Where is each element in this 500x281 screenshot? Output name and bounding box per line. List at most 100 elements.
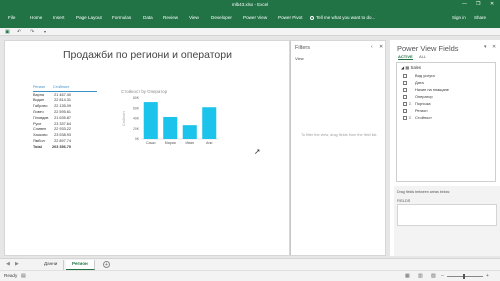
zoom-slider[interactable]	[447, 276, 483, 277]
share-button[interactable]: Share	[474, 15, 486, 20]
excel-window: mlb43.xlsx - Excel — ❐ ✕ File Home Inser…	[0, 0, 500, 281]
cell-value: 22 595.61	[54, 109, 71, 114]
field-item[interactable]: Вид услуга	[403, 73, 435, 79]
x-tick-label: Мария	[165, 141, 176, 145]
field-item[interactable]: Σ Стойност	[403, 115, 432, 121]
field-checkbox[interactable]	[403, 94, 407, 99]
scroll-right-icon[interactable]: ▶	[15, 261, 19, 267]
filters-hint: To filter the view, drag fields from the…	[301, 133, 378, 137]
table-row[interactable]: Ловеч 22 595.61	[33, 110, 97, 116]
field-checkbox[interactable]	[403, 108, 407, 113]
y-tick-label: 20K	[133, 127, 140, 131]
pane-options-icon[interactable]: ▾	[484, 44, 487, 50]
y-tick-label: 0K	[135, 137, 140, 141]
table-node-sales[interactable]: ◢ ▦ Sales	[401, 65, 421, 70]
cell-region: Ямбол	[33, 138, 45, 143]
table-row[interactable]: Сливен 22 933.22	[33, 127, 97, 133]
sigma-icon: Σ	[409, 115, 412, 120]
table-total-row[interactable]: Total 203 356.70	[33, 145, 97, 151]
bar[interactable]	[202, 107, 217, 139]
tab-insert[interactable]: Insert	[53, 15, 65, 20]
status-ready: Ready	[4, 273, 18, 278]
table-row[interactable]: Ямбол 22 897.74	[33, 139, 97, 145]
field-label: Стойност	[415, 115, 432, 120]
macro-record-icon[interactable]: ▤	[21, 273, 26, 279]
table-row[interactable]: Русе 23 337.64	[33, 122, 97, 128]
customize-qat-icon[interactable]: ▾	[44, 29, 46, 34]
sheet-tab-data[interactable]: Данни	[38, 260, 65, 270]
field-checkbox[interactable]	[403, 115, 407, 120]
operator-bar-chart[interactable]: Стойност 0K 20K 40K 60K 80K Сашо Мария Иван Ани	[121, 95, 221, 155]
close-button[interactable]: ✕	[490, 1, 494, 7]
field-item[interactable]: Дата	[403, 80, 424, 86]
close-fields-pane-icon[interactable]: ✕	[492, 44, 496, 50]
cell-region: Русе	[33, 121, 42, 126]
tab-home[interactable]: Home	[30, 15, 42, 20]
tab-developer[interactable]: Developer	[211, 15, 232, 20]
cell-region: Габрово	[33, 104, 48, 109]
tab-power-view[interactable]: Power View	[243, 15, 267, 20]
page-layout-view-icon[interactable]: ▥	[418, 273, 423, 279]
zoom-out-icon[interactable]: –	[441, 273, 444, 279]
field-label: Оператор	[415, 94, 433, 99]
add-sheet-icon[interactable]: +	[103, 260, 110, 268]
cell-region: Пловдив	[33, 115, 49, 120]
expand-icon[interactable]: ◢	[401, 65, 404, 70]
active-tab-underline	[398, 59, 413, 60]
save-icon[interactable]: ▣	[5, 29, 10, 35]
field-checkbox[interactable]	[403, 73, 407, 78]
field-checkbox[interactable]	[403, 80, 407, 85]
report-title[interactable]: Продажби по региони и оператори	[63, 49, 232, 61]
field-item[interactable]: Σ Поръчка	[403, 101, 431, 107]
table-row[interactable]: Варна 21 467.40	[33, 93, 97, 99]
tab-power-pivot[interactable]: Power Pivot	[278, 15, 303, 20]
field-label: Дата	[415, 80, 424, 85]
cell-value: 22 897.74	[54, 138, 71, 143]
field-item[interactable]: Оператор	[403, 94, 433, 100]
sign-in-link[interactable]: Sign in	[452, 15, 466, 20]
tab-file[interactable]: File	[8, 15, 15, 20]
restore-button[interactable]: ❐	[476, 1, 480, 7]
zoom-in-icon[interactable]: +	[486, 273, 489, 279]
tab-review[interactable]: Review	[163, 15, 178, 20]
table-row[interactable]: Хасково 23 538.93	[33, 133, 97, 139]
drag-fields-text: Drag fields between areas below:	[397, 190, 451, 194]
zoom-slider-thumb[interactable]	[463, 274, 465, 279]
tab-view[interactable]: View	[189, 15, 199, 20]
table-header-value[interactable]: Стойност	[53, 85, 70, 89]
field-item[interactable]: Начин на плащане	[403, 87, 449, 93]
chart-title[interactable]: Стойност by Оператор	[121, 89, 167, 94]
sheet-tab-bar: ◀ ▶ Данни Регион +	[0, 258, 500, 270]
scroll-left-icon[interactable]: ◀	[6, 261, 10, 267]
bar[interactable]	[163, 116, 178, 139]
table-header-region[interactable]: Регион	[33, 85, 45, 89]
collapse-filters-icon[interactable]: ‹	[371, 44, 373, 50]
filters-view-tab[interactable]: View	[295, 56, 304, 61]
bar[interactable]	[143, 102, 158, 139]
redo-icon[interactable]: ↷	[30, 29, 34, 35]
sheet-tab-region[interactable]: Регион	[66, 260, 95, 270]
table-row[interactable]: Пловдив 21 635.87	[33, 116, 97, 122]
close-filters-icon[interactable]: ✕	[379, 44, 383, 50]
tab-page-layout[interactable]: Page Layout	[76, 15, 102, 20]
tab-data[interactable]: Data	[143, 15, 153, 20]
undo-icon[interactable]: ↶	[17, 29, 21, 35]
tab-all-fields[interactable]: ALL	[419, 54, 426, 59]
normal-view-icon[interactable]: ▦	[405, 273, 410, 279]
cell-value: 21 635.87	[54, 115, 71, 120]
fields-drop-area[interactable]	[397, 204, 497, 226]
tab-formulas[interactable]: Formulas	[112, 15, 131, 20]
field-item[interactable]: Регион	[403, 108, 428, 114]
minimize-button[interactable]: —	[462, 1, 467, 7]
field-list: ◢ ▦ Sales Вид услуга Дата Начин на плаща…	[396, 62, 496, 182]
table-row[interactable]: Габрово 22 135.09	[33, 104, 97, 110]
field-checkbox[interactable]	[403, 87, 407, 92]
quick-access-toolbar: ▣ ↶ ↷ ▾	[0, 28, 500, 36]
field-checkbox[interactable]	[403, 101, 407, 106]
table-row[interactable]: Видин 22 814.31	[33, 98, 97, 104]
bar[interactable]	[182, 125, 197, 139]
power-view-canvas[interactable]: Продажби по региони и оператори Регион С…	[4, 40, 290, 256]
filters-pane: Filters ‹ ✕ View To filter the view, dra…	[290, 40, 386, 256]
tell-me-box[interactable]: Tell me what you want to do...	[310, 15, 375, 20]
page-break-view-icon[interactable]: ▧	[431, 273, 436, 279]
